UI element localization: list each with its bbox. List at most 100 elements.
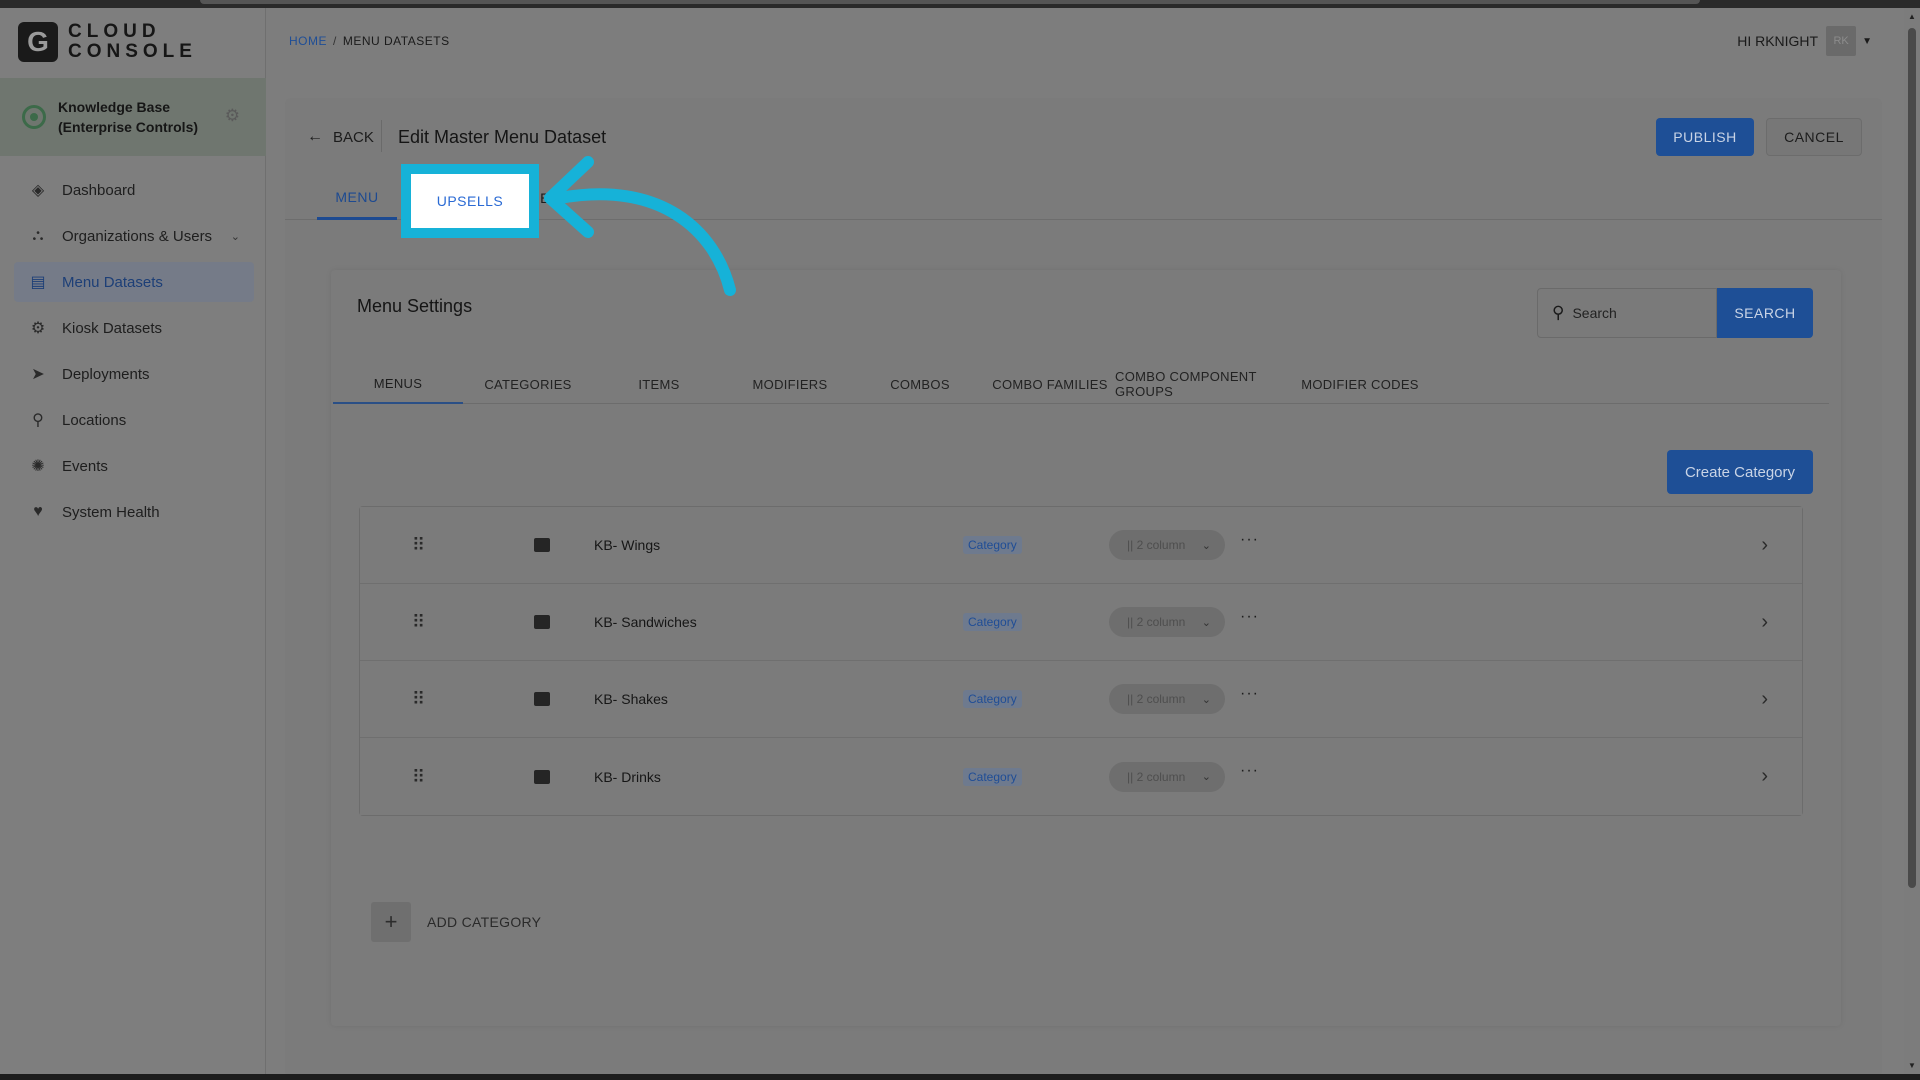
add-category-label: ADD CATEGORY xyxy=(427,914,542,930)
breadcrumb-home-link[interactable]: HOME xyxy=(289,34,327,48)
main-card: ← BACK Edit Master Menu Dataset PUBLISH … xyxy=(285,98,1882,1078)
layout-select-value: || 2 column xyxy=(1127,538,1186,552)
window-top-bar xyxy=(200,0,1700,4)
more-options-icon[interactable]: ··· xyxy=(1240,685,1259,703)
more-options-icon[interactable]: ··· xyxy=(1240,762,1259,780)
org-switcher[interactable]: Knowledge Base (Enterprise Controls) ⚙ xyxy=(0,78,266,156)
more-options-icon[interactable]: ··· xyxy=(1240,531,1259,549)
caret-down-icon[interactable]: ▼ xyxy=(1862,36,1872,47)
drag-handle-icon[interactable]: ⠿ xyxy=(412,690,425,708)
category-name: KB- Shakes xyxy=(594,691,668,707)
tab-upsells[interactable]: UPSELLS xyxy=(411,174,529,228)
list-item[interactable]: ⠿ KB- Drinks Category || 2 column ⌄ ··· … xyxy=(360,738,1802,815)
layout-select[interactable]: || 2 column ⌄ xyxy=(1109,761,1225,792)
scroll-down-icon[interactable]: ▼ xyxy=(1908,1061,1916,1070)
sidebar-item-label: Dashboard xyxy=(62,181,136,199)
sidebar-item-label: Deployments xyxy=(62,365,150,383)
org-name: Knowledge Base (Enterprise Controls) xyxy=(58,97,208,137)
page-scrollbar[interactable]: ▲ ▼ xyxy=(1904,8,1920,1074)
gear-icon[interactable]: ⚙ xyxy=(225,106,240,126)
chevron-right-icon[interactable]: › xyxy=(1761,611,1768,634)
drag-handle-icon[interactable]: ⠿ xyxy=(412,768,425,786)
window-bottom-strip xyxy=(0,1074,1920,1080)
events-icon: ✺ xyxy=(31,458,45,475)
search-input[interactable]: ⚲ Search xyxy=(1537,288,1717,338)
dataset-tabs: MENU E UPSELLS xyxy=(285,164,1882,238)
avatar[interactable]: RK xyxy=(1826,26,1857,56)
layout-select-value: || 2 column xyxy=(1127,769,1186,784)
add-category-button[interactable]: + ADD CATEGORY xyxy=(371,902,541,942)
subtab-combo-families[interactable]: COMBO FAMILIES xyxy=(985,364,1115,404)
subtab-items[interactable]: ITEMS xyxy=(594,364,724,404)
drag-handle-icon[interactable]: ⠿ xyxy=(412,613,425,631)
org-name-line1: Knowledge Base xyxy=(58,99,171,115)
app-logo[interactable]: G CLOUD CONSOLE xyxy=(18,22,197,62)
annotation-arrow xyxy=(544,156,736,296)
layout-select[interactable]: || 2 column ⌄ xyxy=(1109,530,1225,560)
category-badge: Category xyxy=(963,690,1022,708)
layout-select-value: || 2 column xyxy=(1127,615,1186,629)
chevron-right-icon[interactable]: › xyxy=(1761,688,1768,711)
sidebar-item-label: Organizations & Users xyxy=(62,227,213,245)
header-divider xyxy=(381,120,382,152)
sidebar-item-dashboard[interactable]: ◈ Dashboard xyxy=(14,170,254,210)
sidebar-nav: ◈ Dashboard ⛬ Organizations & Users ⌄ ▤ … xyxy=(14,170,254,538)
org-location-icon xyxy=(22,105,46,129)
more-options-icon[interactable]: ··· xyxy=(1240,608,1259,626)
layout-select[interactable]: || 2 column ⌄ xyxy=(1109,607,1225,637)
list-item[interactable]: ⠿ KB- Sandwiches Category || 2 column ⌄ … xyxy=(360,584,1802,661)
breadcrumb: HOME / MENU DATASETS xyxy=(289,34,450,48)
subtab-combos[interactable]: COMBOS xyxy=(855,364,985,404)
tab-upsells-highlight[interactable]: UPSELLS xyxy=(401,164,539,238)
category-badge: Category xyxy=(963,613,1022,631)
kiosk-gear-icon: ⚙ xyxy=(30,320,46,337)
chevron-down-icon: ⌄ xyxy=(1201,771,1211,783)
logo-text: CLOUD CONSOLE xyxy=(68,22,197,62)
sidebar-item-label: Menu Datasets xyxy=(62,273,163,291)
sidebar-item-deployments[interactable]: ➤ Deployments xyxy=(14,354,254,394)
org-chart-icon: ⛬ xyxy=(32,227,44,244)
heart-pulse-icon: ♥ xyxy=(33,503,43,520)
subtab-modifiers[interactable]: MODIFIERS xyxy=(725,364,855,404)
user-menu[interactable]: HI RKNIGHT RK ▼ xyxy=(1737,26,1872,56)
sidebar: G CLOUD CONSOLE Knowledge Base (Enterpri… xyxy=(0,8,266,1074)
sidebar-item-locations[interactable]: ⚲ Locations xyxy=(14,400,254,440)
search-bar: ⚲ Search SEARCH xyxy=(1537,288,1813,338)
search-button[interactable]: SEARCH xyxy=(1717,288,1813,338)
paper-plane-icon: ➤ xyxy=(31,366,45,383)
tab-menu[interactable]: MENU xyxy=(317,176,397,220)
subtab-combo-component-groups[interactable]: COMBO COMPONENT GROUPS xyxy=(1115,364,1295,404)
layers-icon: ◈ xyxy=(31,182,45,199)
image-icon xyxy=(534,538,550,552)
chevron-right-icon[interactable]: › xyxy=(1761,765,1768,788)
cancel-button[interactable]: CANCEL xyxy=(1766,118,1862,156)
subtab-modifier-codes[interactable]: MODIFIER CODES xyxy=(1295,364,1425,404)
scroll-up-icon[interactable]: ▲ xyxy=(1908,12,1916,21)
sidebar-item-menu-datasets[interactable]: ▤ Menu Datasets xyxy=(14,262,254,302)
category-name: KB- Wings xyxy=(594,537,661,553)
publish-button[interactable]: PUBLISH xyxy=(1656,118,1754,156)
menu-settings-panel: Menu Settings ⚲ Search SEARCH MENUS CATE… xyxy=(331,270,1841,1026)
scrollbar-thumb[interactable] xyxy=(1908,28,1916,888)
list-item[interactable]: ⠿ KB- Shakes Category || 2 column ⌄ ··· … xyxy=(360,661,1802,738)
chevron-down-icon: ⌄ xyxy=(1201,616,1211,629)
drag-handle-icon[interactable]: ⠿ xyxy=(412,536,425,554)
sidebar-item-system-health[interactable]: ♥ System Health xyxy=(14,492,254,532)
chevron-down-icon[interactable]: ⌄ xyxy=(231,230,240,243)
subtab-categories[interactable]: CATEGORIES xyxy=(463,364,593,404)
sidebar-item-organizations-users[interactable]: ⛬ Organizations & Users ⌄ xyxy=(14,216,254,256)
list-item[interactable]: ⠿ KB- Wings Category || 2 column ⌄ ··· › xyxy=(360,507,1802,584)
create-category-button[interactable]: Create Category xyxy=(1667,450,1813,494)
image-icon xyxy=(534,769,550,784)
chevron-down-icon: ⌄ xyxy=(1201,693,1211,706)
sidebar-item-label: Locations xyxy=(62,411,127,429)
sidebar-item-label: Events xyxy=(62,457,108,475)
chevron-right-icon[interactable]: › xyxy=(1761,534,1768,557)
subtab-menus[interactable]: MENUS xyxy=(333,364,463,404)
user-greeting: HI RKNIGHT xyxy=(1737,33,1819,49)
map-pin-icon: ⚲ xyxy=(32,412,44,429)
sidebar-item-kiosk-datasets[interactable]: ⚙ Kiosk Datasets xyxy=(14,308,254,348)
sidebar-item-events[interactable]: ✺ Events xyxy=(14,446,254,486)
back-button[interactable]: ← BACK xyxy=(307,128,374,146)
layout-select[interactable]: || 2 column ⌄ xyxy=(1109,684,1225,714)
